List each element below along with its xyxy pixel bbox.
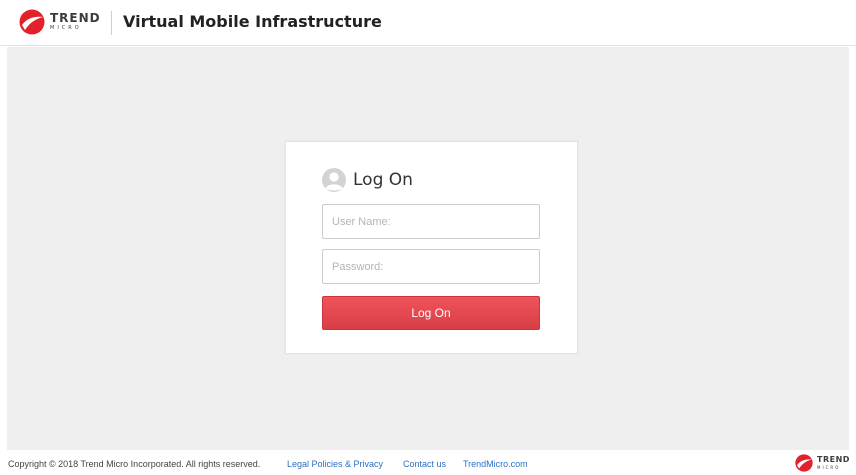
footer-logo-wordmark: TREND xyxy=(817,455,850,464)
password-input[interactable] xyxy=(322,249,540,284)
trend-micro-logo: TREND MICRO xyxy=(19,9,111,35)
app-title: Virtual Mobile Infrastructure xyxy=(123,12,382,31)
page-footer: Copyright © 2018 Trend Micro Incorporate… xyxy=(0,450,856,475)
trendmicro-com-link[interactable]: TrendMicro.com xyxy=(463,459,528,470)
copyright-text: Copyright © 2018 Trend Micro Incorporate… xyxy=(8,459,261,469)
logo-wordmark-sub: MICRO xyxy=(50,25,82,31)
main-area: Log On Log On xyxy=(7,47,849,450)
app-header: TREND MICRO Virtual Mobile Infrastructur… xyxy=(0,0,856,46)
user-avatar-icon xyxy=(322,168,346,192)
login-card: Log On Log On xyxy=(285,141,578,354)
header-divider xyxy=(111,11,112,35)
footer-logo-wordmark-sub: MICRO xyxy=(817,465,841,470)
username-input[interactable] xyxy=(322,204,540,239)
log-on-button[interactable]: Log On xyxy=(322,296,540,330)
contact-us-link[interactable]: Contact us xyxy=(403,459,446,470)
legal-policies-link[interactable]: Legal Policies & Privacy xyxy=(287,459,383,470)
logo-wordmark: TREND xyxy=(50,11,101,25)
trend-micro-logo-icon xyxy=(795,454,813,472)
login-title: Log On xyxy=(353,170,413,190)
footer-trend-micro-logo: TREND MICRO xyxy=(795,454,853,472)
trend-micro-logo-icon xyxy=(19,9,45,35)
